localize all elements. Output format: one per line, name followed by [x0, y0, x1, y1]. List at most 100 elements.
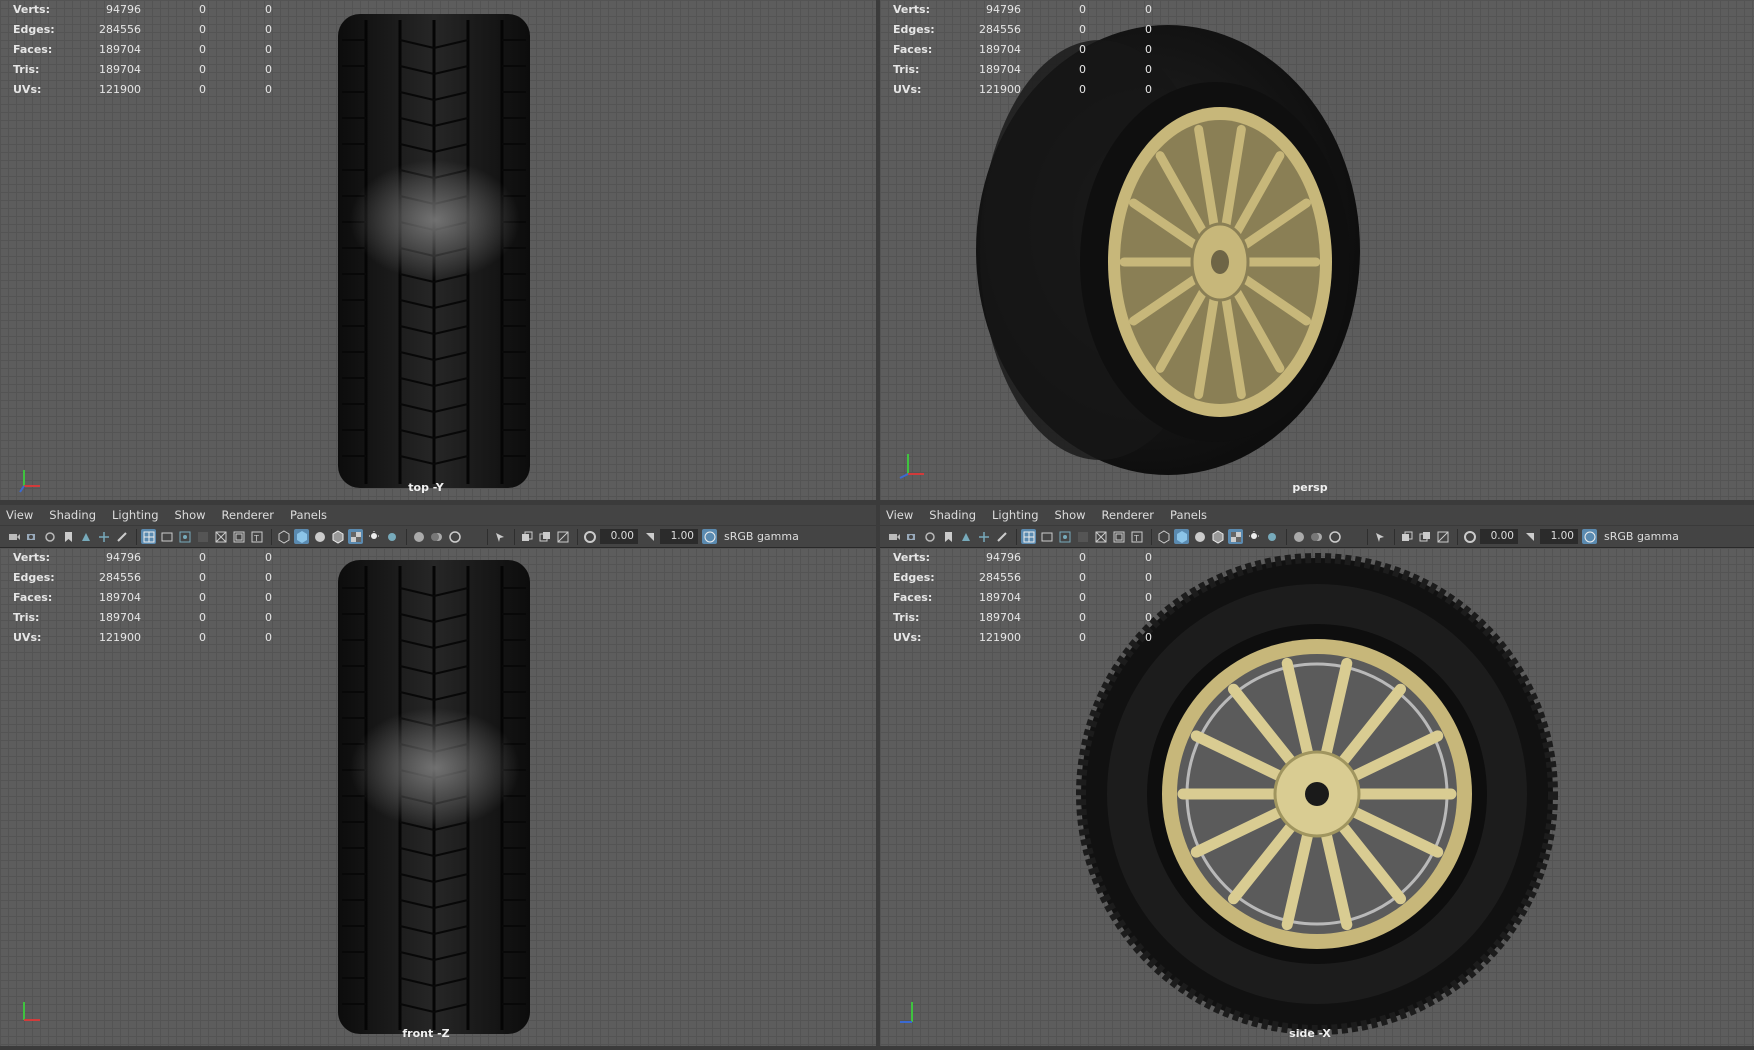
wireframe-icon[interactable] — [1156, 529, 1171, 544]
viewport-top[interactable]: Verts: 94796 0 0 Edges: 284556 0 0 Faces: 18970… — [0, 0, 876, 500]
hud-faces: Faces: 189704 0 0 — [0, 40, 272, 60]
xray-active-icon[interactable] — [1417, 529, 1432, 544]
wireframe-on-shaded-icon[interactable] — [330, 529, 345, 544]
hud-value: 0 — [199, 23, 206, 36]
hud-value: 0 — [1145, 63, 1152, 76]
hud-value: 189704 — [99, 591, 141, 604]
safe-action-icon[interactable] — [231, 529, 246, 544]
xray-joints-icon[interactable] — [555, 529, 570, 544]
grease-pencil-icon[interactable] — [994, 529, 1009, 544]
field-chart-icon[interactable] — [1093, 529, 1108, 544]
xray-joints-icon[interactable] — [1435, 529, 1450, 544]
field-chart-icon[interactable] — [213, 529, 228, 544]
menu-renderer[interactable]: Renderer — [1094, 508, 1163, 522]
select-camera-icon[interactable] — [886, 529, 901, 544]
image-plane-icon[interactable] — [958, 529, 973, 544]
axis-gizmo-icon — [900, 1002, 913, 1023]
gamma-field[interactable]: 1.00 — [1540, 529, 1578, 544]
safe-title-icon[interactable]: T — [249, 529, 264, 544]
flag-icon[interactable] — [940, 529, 955, 544]
grease-pencil-icon[interactable] — [114, 529, 129, 544]
menu-panels[interactable]: Panels — [1162, 508, 1215, 522]
hud-label: Edges: — [13, 23, 55, 36]
safe-action-icon[interactable] — [1111, 529, 1126, 544]
xray-icon[interactable] — [519, 529, 534, 544]
menu-lighting[interactable]: Lighting — [984, 508, 1046, 522]
hud-value: 121900 — [99, 631, 141, 644]
resolution-gate-icon[interactable] — [177, 529, 192, 544]
anti-alias-icon[interactable] — [447, 529, 462, 544]
depth-of-field-icon[interactable] — [465, 529, 480, 544]
flag-icon[interactable] — [60, 529, 75, 544]
exposure-field[interactable]: 0.00 — [1480, 529, 1518, 544]
depth-of-field-icon[interactable] — [1345, 529, 1360, 544]
viewport-side[interactable]: Verts: 94796 0 0 Edges: 284556 0 0 Faces: 18970… — [880, 548, 1754, 1046]
smooth-shade-icon[interactable] — [294, 529, 309, 544]
2d-pan-icon[interactable] — [96, 529, 111, 544]
color-management-icon[interactable] — [702, 529, 717, 544]
isolate-select-icon[interactable] — [492, 529, 507, 544]
textured-icon[interactable] — [348, 529, 363, 544]
gate-mask-icon[interactable] — [1075, 529, 1090, 544]
menu-show[interactable]: Show — [167, 508, 214, 522]
menu-view[interactable]: View — [880, 508, 921, 522]
film-gate-icon[interactable] — [1039, 529, 1054, 544]
gamma-icon[interactable] — [1522, 529, 1537, 544]
select-camera-icon[interactable] — [6, 529, 21, 544]
menu-panels[interactable]: Panels — [282, 508, 335, 522]
viewport-divider[interactable] — [876, 0, 880, 1050]
anti-alias-icon[interactable] — [1327, 529, 1342, 544]
viewport-persp[interactable]: Verts: 94796 0 0 Edges: 284556 0 0 Faces: 18970… — [880, 0, 1754, 500]
hud-value: 0 — [265, 611, 272, 624]
menu-shading[interactable]: Shading — [41, 508, 104, 522]
menu-lighting[interactable]: Lighting — [104, 508, 166, 522]
view-transform-select[interactable]: sRGB gamma — [720, 530, 799, 543]
xray-icon[interactable] — [1399, 529, 1414, 544]
shaded-wire-icon[interactable] — [312, 529, 327, 544]
camera-attributes-icon[interactable] — [904, 529, 919, 544]
motion-blur-icon[interactable] — [1309, 529, 1324, 544]
textured-icon[interactable] — [1228, 529, 1243, 544]
camera-attributes-icon[interactable] — [24, 529, 39, 544]
view-transform-select[interactable]: sRGB gamma — [1600, 530, 1679, 543]
wireframe-icon[interactable] — [276, 529, 291, 544]
lights-icon[interactable] — [366, 529, 381, 544]
camera-label: side -X — [1289, 1027, 1331, 1040]
exposure-icon[interactable] — [1462, 529, 1477, 544]
bookmark-icon[interactable] — [42, 529, 57, 544]
grid-icon[interactable] — [1021, 529, 1036, 544]
shadows-icon[interactable] — [384, 529, 399, 544]
2d-pan-icon[interactable] — [976, 529, 991, 544]
menu-view[interactable]: View — [0, 508, 41, 522]
ambient-occlusion-icon[interactable] — [411, 529, 426, 544]
isolate-select-icon[interactable] — [1372, 529, 1387, 544]
gamma-field[interactable]: 1.00 — [660, 529, 698, 544]
shaded-wire-icon[interactable] — [1192, 529, 1207, 544]
viewport-front[interactable]: Verts: 94796 0 0 Edges: 284556 0 0 Faces: 18970… — [0, 548, 876, 1046]
grid-icon[interactable] — [141, 529, 156, 544]
xray-active-icon[interactable] — [537, 529, 552, 544]
hud-verts: Verts: 94796 0 0 — [880, 548, 1152, 568]
shadows-icon[interactable] — [1264, 529, 1279, 544]
bookmark-icon[interactable] — [922, 529, 937, 544]
color-management-icon[interactable] — [1582, 529, 1597, 544]
viewport-divider[interactable] — [0, 500, 1754, 505]
hud-tris: Tris: 189704 0 0 — [880, 60, 1152, 80]
menu-show[interactable]: Show — [1047, 508, 1094, 522]
menu-renderer[interactable]: Renderer — [214, 508, 283, 522]
film-gate-icon[interactable] — [159, 529, 174, 544]
image-plane-icon[interactable] — [78, 529, 93, 544]
lights-icon[interactable] — [1246, 529, 1261, 544]
safe-title-icon[interactable]: T — [1129, 529, 1144, 544]
menu-shading[interactable]: Shading — [921, 508, 984, 522]
exposure-field[interactable]: 0.00 — [600, 529, 638, 544]
hud-value: 0 — [199, 611, 206, 624]
gamma-icon[interactable] — [642, 529, 657, 544]
smooth-shade-icon[interactable] — [1174, 529, 1189, 544]
resolution-gate-icon[interactable] — [1057, 529, 1072, 544]
motion-blur-icon[interactable] — [429, 529, 444, 544]
exposure-icon[interactable] — [582, 529, 597, 544]
wireframe-on-shaded-icon[interactable] — [1210, 529, 1225, 544]
ambient-occlusion-icon[interactable] — [1291, 529, 1306, 544]
gate-mask-icon[interactable] — [195, 529, 210, 544]
